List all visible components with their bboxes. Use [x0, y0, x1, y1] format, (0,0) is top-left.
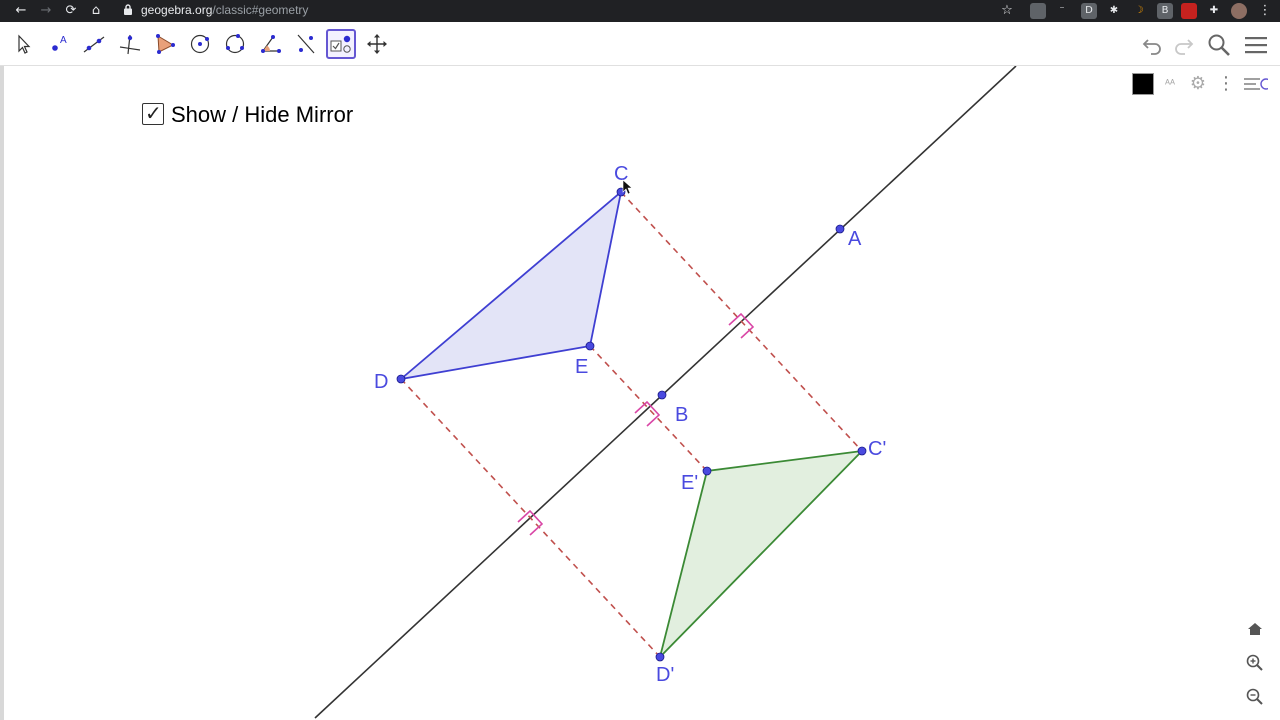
home-icon	[1248, 623, 1262, 635]
extension-2-icon[interactable]: ⁻	[1054, 3, 1070, 19]
perpendicular-line-icon	[119, 34, 141, 55]
browser-menu-icon[interactable]: ⋮	[1256, 2, 1274, 20]
right-angle-marker-d	[517, 509, 544, 536]
right-angle-marker-e	[634, 400, 661, 427]
undo-icon	[1142, 39, 1161, 55]
point-d-prime[interactable]	[655, 652, 665, 662]
style-bar: ᴬᴬ ⚙ ⋮	[1124, 68, 1280, 100]
algebra-view-toggle-button[interactable]	[1240, 70, 1272, 98]
point-c-prime[interactable]	[857, 446, 867, 456]
circle-three-points-tool-button[interactable]	[220, 29, 250, 59]
right-angle-marker-c	[728, 312, 755, 339]
label-e: E	[575, 356, 588, 378]
circle-tool-button[interactable]	[185, 29, 215, 59]
label-a: A	[848, 228, 862, 250]
point-icon: A	[52, 35, 67, 51]
color-swatch-button[interactable]	[1128, 70, 1156, 98]
bookmark-star-icon[interactable]: ☆	[998, 2, 1016, 20]
angle-tool-button[interactable]	[256, 29, 286, 59]
redo-icon	[1175, 39, 1194, 55]
extension-red-icon[interactable]	[1181, 3, 1197, 19]
search-button[interactable]	[1206, 32, 1232, 58]
extension-b-icon[interactable]: B	[1157, 3, 1173, 19]
check-mark-icon: ✓	[145, 101, 162, 125]
move-graphics-icon	[367, 34, 387, 54]
algebra-view-toggle-icon	[1244, 78, 1272, 90]
extension-puzzle-blue-icon[interactable]: ✱	[1106, 3, 1122, 19]
dashed-line-d-d-prime	[400, 378, 661, 658]
move-graphics-tool-button[interactable]	[362, 29, 392, 59]
line-tool-button[interactable]	[79, 29, 109, 59]
svg-text:A: A	[60, 35, 67, 46]
url-path: /classic#geometry	[212, 3, 309, 17]
forward-button[interactable]: →	[37, 2, 55, 20]
extension-1-icon[interactable]	[1030, 3, 1046, 19]
label-c-prime: C'	[868, 438, 886, 460]
extension-moon-icon[interactable]: ☽	[1131, 3, 1147, 19]
angle-icon	[261, 35, 281, 53]
search-icon	[1208, 34, 1230, 56]
main-menu-button[interactable]	[1243, 32, 1269, 58]
more-vert-icon: ⋮	[1217, 73, 1235, 94]
perpendicular-line-tool-button[interactable]	[115, 29, 145, 59]
label-c: C	[614, 163, 628, 185]
point-a[interactable]	[835, 224, 845, 234]
redo-button[interactable]	[1170, 32, 1196, 58]
checkbox-label: Show / Hide Mirror	[171, 102, 354, 127]
label-b: B	[675, 404, 688, 426]
extensions-puzzle-icon[interactable]: ✚	[1206, 3, 1222, 19]
checkbox-tool-icon	[330, 35, 351, 53]
circle-center-icon	[190, 34, 210, 54]
address-bar[interactable]: geogebra.org/classic#geometry	[116, 1, 1028, 21]
color-swatch	[1132, 73, 1154, 95]
zoom-in-icon	[1246, 654, 1263, 671]
url-text: geogebra.org/classic#geometry	[141, 3, 308, 17]
profile-avatar[interactable]	[1231, 3, 1247, 19]
point-e-prime[interactable]	[702, 466, 712, 476]
point-tool-button[interactable]: A	[44, 29, 74, 59]
polygon-tool-button[interactable]	[150, 29, 180, 59]
label-d-prime: D'	[656, 664, 674, 686]
label-d: D	[374, 371, 388, 393]
line-icon	[83, 36, 105, 53]
browser-bar: ← → ⟳ ⌂ geogebra.org/classic#geometry ☆ …	[0, 0, 1280, 22]
zoom-in-button[interactable]	[1242, 650, 1268, 676]
reload-button[interactable]: ⟳	[62, 2, 80, 20]
point-b[interactable]	[657, 390, 667, 400]
label-e-prime: E'	[681, 472, 698, 494]
zoom-out-button[interactable]	[1242, 684, 1268, 710]
mirror-line[interactable]	[314, 66, 1017, 719]
settings-button[interactable]: ⚙	[1184, 70, 1212, 98]
url-domain: geogebra.org	[141, 3, 213, 17]
circle-three-points-icon	[225, 34, 245, 54]
menu-icon	[1245, 37, 1267, 54]
graphics-view[interactable]: A B C E D C' E' D'	[0, 66, 1280, 720]
point-e[interactable]	[585, 341, 595, 351]
standard-view-button[interactable]	[1242, 616, 1268, 642]
polygon-icon	[156, 34, 175, 54]
reflect-tool-button[interactable]	[291, 29, 321, 59]
text-size-button[interactable]: ᴬᴬ	[1156, 70, 1184, 98]
checkbox-tool-button[interactable]	[326, 29, 356, 59]
original-triangle-cde[interactable]	[397, 189, 623, 381]
reflect-icon	[297, 34, 315, 54]
undo-button[interactable]	[1140, 32, 1166, 58]
text-size-icon: ᴬᴬ	[1165, 78, 1175, 90]
point-d[interactable]	[396, 374, 406, 384]
lock-icon	[124, 4, 132, 15]
tool-bar: A	[0, 22, 1280, 66]
more-options-button[interactable]: ⋮	[1212, 70, 1240, 98]
extension-d-icon[interactable]: D	[1081, 3, 1097, 19]
zoom-out-icon	[1246, 688, 1263, 705]
back-button[interactable]: ←	[12, 2, 30, 20]
gear-icon: ⚙	[1189, 73, 1207, 94]
move-arrow-icon	[18, 34, 31, 54]
move-tool-button[interactable]	[8, 29, 38, 59]
checkbox-box[interactable]: ✓	[142, 101, 164, 125]
home-button[interactable]: ⌂	[87, 2, 105, 20]
